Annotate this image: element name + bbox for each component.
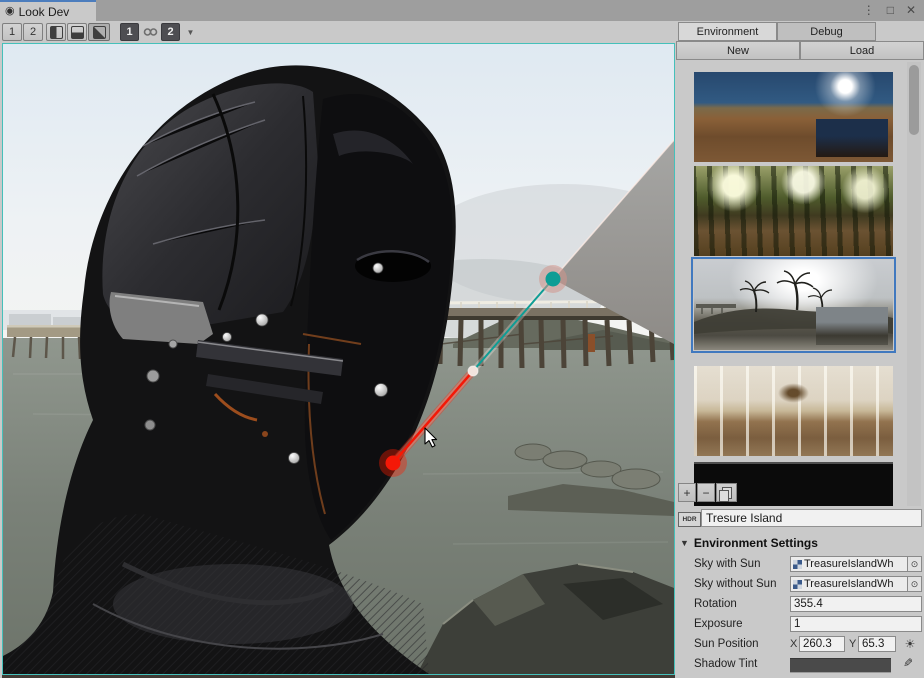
viewport-render [3, 44, 674, 674]
environment-panel: Environment Debug New Load [676, 21, 924, 678]
diagonal-split-icon [93, 26, 106, 39]
close-icon[interactable]: ✕ [906, 3, 916, 17]
sun-x-input[interactable]: 260.3 [799, 636, 845, 652]
environment-settings-title: Environment Settings [694, 536, 818, 550]
environment-name-field[interactable]: Tresure Island [701, 509, 922, 527]
duplicate-icon [722, 487, 732, 499]
eye-icon: ◉ [5, 6, 15, 17]
tab-debug[interactable]: Debug [777, 22, 876, 41]
view-1-button[interactable]: 1 [2, 23, 22, 41]
camera-2-button[interactable]: 2 [161, 23, 180, 41]
setting-row-sun-position: Sun Position X 260.3 Y 65.3 ☀ [676, 635, 924, 655]
separator-handle-red[interactable] [386, 456, 401, 471]
environment-thumbnail-forest[interactable] [694, 166, 893, 256]
setting-row-exposure: Exposure 1 [676, 615, 924, 635]
lookdev-toolbar: 1 2 1 2 ▼ [0, 21, 676, 43]
top-bottom-button[interactable] [67, 23, 87, 41]
window-title: Look Dev [19, 5, 70, 19]
link-icon [143, 27, 158, 37]
add-environment-button[interactable]: + [678, 483, 696, 502]
rotation-input[interactable]: 355.4 [790, 596, 922, 612]
split-view-button[interactable] [88, 23, 110, 41]
sky-with-sun-label: Sky with Sun [694, 558, 760, 570]
remove-environment-button[interactable]: − [697, 483, 715, 502]
setting-row-sky-with-sun: Sky with Sun TreasureIslandWh ⊙ [676, 555, 924, 575]
tab-look-dev[interactable]: ◉ Look Dev [0, 0, 96, 21]
duplicate-environment-button[interactable] [716, 483, 737, 502]
hdr-badge: HDR [678, 512, 701, 527]
sun-position-label: Sun Position [694, 638, 759, 650]
environment-thumbnail-treasure-island-inset [816, 307, 888, 345]
environment-thumbnail-church[interactable] [694, 366, 893, 456]
lookdev-viewport[interactable] [2, 43, 675, 675]
sky-with-sun-value: TreasureIslandWh [804, 558, 907, 570]
load-environment-button[interactable]: Load [800, 41, 924, 60]
camera-options-dropdown[interactable]: ▼ [183, 23, 198, 41]
eyedropper-icon[interactable]: ✎ [903, 656, 913, 670]
sky-without-sun-label: Sky without Sun [694, 578, 776, 590]
foldout-icon: ▼ [680, 538, 689, 548]
title-bar: ◉ Look Dev ⋮ □ ✕ [0, 0, 924, 21]
environment-list-scrollbar[interactable] [907, 62, 921, 506]
exposure-input[interactable]: 1 [790, 616, 922, 632]
environment-settings-header[interactable]: ▼ Environment Settings [680, 536, 818, 550]
horizontal-split-icon [71, 26, 84, 39]
window-controls: ⋮ □ ✕ [863, 3, 916, 17]
object-picker-icon[interactable]: ⊙ [907, 556, 921, 572]
environment-list [676, 60, 924, 506]
link-cameras-button[interactable] [141, 23, 159, 41]
side-by-side-button[interactable] [46, 23, 66, 41]
camera-1-button[interactable]: 1 [120, 23, 139, 41]
tab-environment[interactable]: Environment [678, 22, 777, 41]
sky-without-sun-object-field[interactable]: TreasureIslandWh ⊙ [790, 576, 922, 592]
setting-row-shadow-tint: Shadow Tint ✎ [676, 655, 924, 675]
menu-icon[interactable]: ⋮ [863, 3, 875, 17]
environment-thumbnail-treasure-island[interactable] [694, 260, 893, 350]
maximize-icon[interactable]: □ [887, 3, 894, 17]
cubemap-icon [793, 580, 802, 589]
shadow-tint-label: Shadow Tint [694, 658, 757, 670]
setting-row-rotation: Rotation 355.4 [676, 595, 924, 615]
rotation-label: Rotation [694, 598, 737, 610]
vertical-split-icon [50, 26, 63, 39]
object-picker-icon[interactable]: ⊙ [907, 576, 921, 592]
separator-handle-center[interactable] [468, 366, 478, 376]
sun-y-input[interactable]: 65.3 [858, 636, 896, 652]
sun-y-label: Y [849, 638, 856, 650]
separator-handle-teal[interactable] [546, 272, 561, 287]
scrollbar-thumb[interactable] [909, 65, 919, 135]
lookdev-window: ◉ Look Dev ⋮ □ ✕ 1 2 1 2 ▼ [0, 0, 924, 678]
new-environment-button[interactable]: New [676, 41, 800, 60]
sun-position-picker-button[interactable]: ☀ [902, 636, 918, 652]
environment-thumbnail-desert[interactable] [694, 72, 893, 162]
view-2-button[interactable]: 2 [23, 23, 43, 41]
sky-without-sun-value: TreasureIslandWh [804, 578, 907, 590]
setting-row-sky-without-sun: Sky without Sun TreasureIslandWh ⊙ [676, 575, 924, 595]
shadow-tint-color-swatch[interactable] [790, 658, 891, 672]
sun-x-label: X [790, 638, 797, 650]
sky-with-sun-object-field[interactable]: TreasureIslandWh ⊙ [790, 556, 922, 572]
exposure-label: Exposure [694, 618, 743, 630]
environment-thumbnail-desert-inset [816, 119, 888, 157]
cubemap-icon [793, 560, 802, 569]
